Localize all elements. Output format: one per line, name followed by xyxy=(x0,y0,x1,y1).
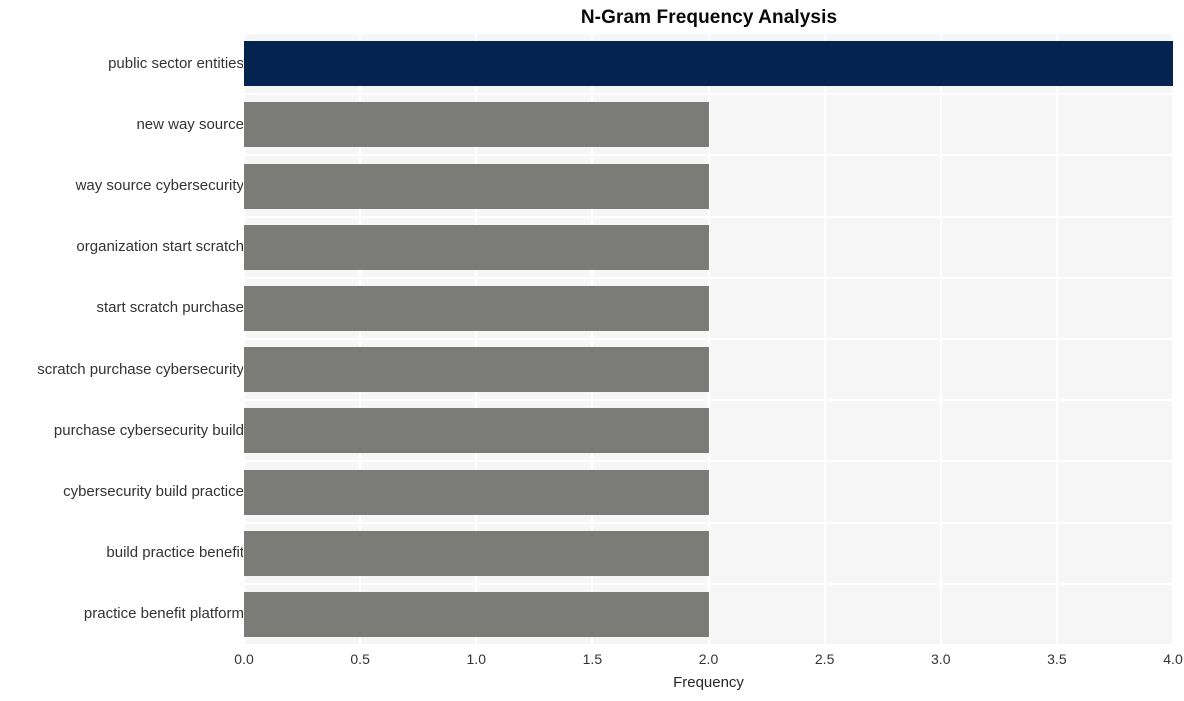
x-axis-tick-label: 2.5 xyxy=(814,651,835,667)
bar xyxy=(244,163,709,209)
y-axis-tick-labels: public sector entities new way source way … xyxy=(0,33,244,645)
y-axis-tick-label: build practice benefit xyxy=(106,544,244,562)
x-axis-tick-label: 1.5 xyxy=(582,651,603,667)
bar xyxy=(244,102,709,148)
x-axis-tick-label: 4.0 xyxy=(1163,651,1183,667)
chart-figure: N-Gram Frequency Analysis public sector … xyxy=(0,0,1184,701)
chart-title: N-Gram Frequency Analysis xyxy=(580,7,838,28)
gridline-horizontal xyxy=(244,460,1173,462)
y-axis-tick-label: organization start scratch xyxy=(76,238,244,256)
gridline-horizontal xyxy=(244,154,1173,156)
gridline-horizontal xyxy=(244,522,1173,524)
x-axis-label: Frequency xyxy=(673,674,744,691)
x-axis-tick-label: 2.0 xyxy=(698,651,719,667)
y-axis-tick-label: way source cybersecurity xyxy=(75,177,244,194)
bar xyxy=(244,347,709,393)
gridline-horizontal xyxy=(244,93,1173,95)
x-axis-tick-label: 0.0 xyxy=(234,651,254,667)
y-axis-tick-label: start scratch purchase xyxy=(96,299,244,317)
bar xyxy=(244,41,1173,87)
y-axis-tick-label: practice benefit platform xyxy=(83,605,244,623)
gridline-horizontal xyxy=(244,399,1173,401)
y-axis-tick-label: scratch purchase cybersecurity xyxy=(37,360,244,378)
x-axis-tick-labels: 0.0 0.5 1.0 1.5 2.0 2.5 3.0 3.5 4.0 xyxy=(234,645,1182,671)
x-axis-tick-label: 3.5 xyxy=(1047,651,1067,667)
bar xyxy=(244,591,709,637)
y-axis-tick-label: public sector entities xyxy=(108,54,244,72)
gridline-horizontal xyxy=(244,338,1173,340)
bar xyxy=(244,469,709,515)
y-axis-tick-label: new way source xyxy=(136,115,244,133)
bar xyxy=(244,224,709,270)
bar xyxy=(244,408,709,454)
gridline-horizontal xyxy=(244,583,1173,585)
y-axis-tick-label: purchase cybersecurity build xyxy=(53,421,244,439)
gridline-horizontal xyxy=(244,32,1173,34)
bar xyxy=(244,530,709,576)
plot-area xyxy=(243,32,1174,646)
y-axis-tick-label: cybersecurity build practice xyxy=(63,483,244,500)
bar xyxy=(244,285,709,331)
x-axis-tick-label: 0.5 xyxy=(350,651,370,667)
x-axis-tick-label: 1.0 xyxy=(466,651,486,667)
gridline-horizontal xyxy=(244,277,1173,279)
gridline-horizontal xyxy=(244,216,1173,218)
x-axis-tick-label: 3.0 xyxy=(931,651,951,667)
